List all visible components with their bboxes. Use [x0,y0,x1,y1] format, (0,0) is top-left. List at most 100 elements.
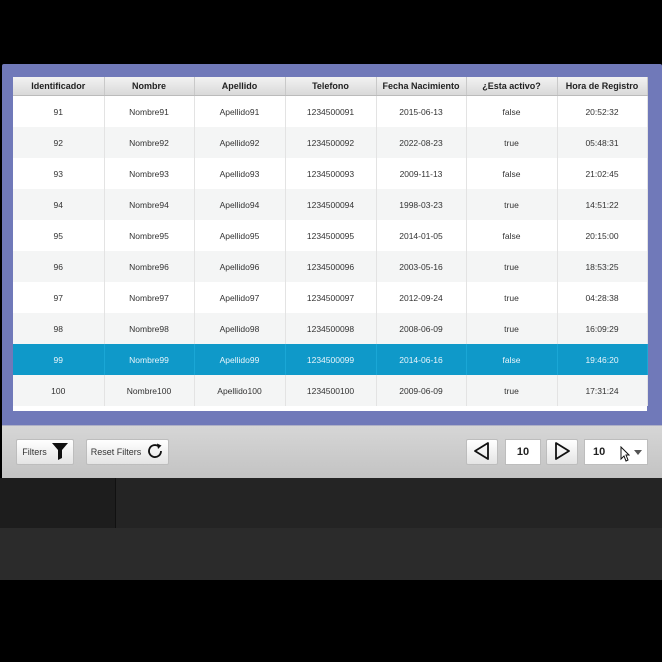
column-header-telefono[interactable]: Telefono [285,77,377,96]
column-header-fecha-nacimiento[interactable]: Fecha Nacimiento [376,77,467,96]
filters-button-label: Filters [22,447,47,457]
table-cell: Apellido94 [194,189,286,220]
background-panel [115,478,662,528]
next-page-button[interactable] [546,439,578,465]
table-cell: 99 [13,344,105,375]
table-cell: Nombre96 [104,251,195,282]
table-cell: Nombre91 [104,95,195,127]
table-cell: false [466,95,558,127]
mouse-pointer-icon [620,445,631,467]
table-cell: 1234500092 [285,127,377,158]
filters-button[interactable]: Filters [16,439,74,465]
table-cell: Nombre99 [104,344,195,375]
table-cell: false [466,220,558,251]
page-size-select[interactable]: 10 [584,439,648,465]
table-cell: 1234500095 [285,220,377,251]
table-row[interactable]: 94 Nombre94 Apellido94 1234500094 1998-0… [13,189,648,220]
table-cell: 2014-06-16 [376,344,467,375]
column-header-hora-registro[interactable]: Hora de Registro [557,77,648,96]
table-row[interactable]: 100 Nombre100 Apellido100 1234500100 200… [13,375,648,406]
table-cell: 2022-08-23 [376,127,467,158]
data-table: Identificador Nombre Apellido Telefono F… [13,77,648,406]
table-cell: 2008-06-09 [376,313,467,344]
table-row[interactable]: 95 Nombre95 Apellido95 1234500095 2014-0… [13,220,648,251]
table-cell: 100 [13,375,105,406]
reset-filters-button-label: Reset Filters [90,447,142,457]
column-header-identificador[interactable]: Identificador [13,77,105,96]
table-row[interactable]: 92 Nombre92 Apellido92 1234500092 2022-0… [13,127,648,158]
table-row[interactable]: 93 Nombre93 Apellido93 1234500093 2009-1… [13,158,648,189]
table-row[interactable]: 97 Nombre97 Apellido97 1234500097 2012-0… [13,282,648,313]
table-cell: 2014-01-05 [376,220,467,251]
table-row[interactable]: 96 Nombre96 Apellido96 1234500096 2003-0… [13,251,648,282]
column-header-esta-activo[interactable]: ¿Esta activo? [466,77,558,96]
table-cell: true [466,127,558,158]
table-cell: 2009-06-09 [376,375,467,406]
column-header-nombre[interactable]: Nombre [104,77,195,96]
table-cell: Apellido98 [194,313,286,344]
table-cell: 2015-06-13 [376,95,467,127]
table-cell: 2003-05-16 [376,251,467,282]
table-cell: Apellido99 [194,344,286,375]
table-cell: Nombre98 [104,313,195,344]
table-row-selected[interactable]: 99 Nombre99 Apellido99 1234500099 2014-0… [13,344,648,375]
triangle-right-icon [553,442,571,462]
table-cell: Apellido100 [194,375,286,406]
pagination-toolbar: Filters Reset Filters 10 [2,425,662,478]
table-cell: Apellido95 [194,220,286,251]
table-cell: 1234500093 [285,158,377,189]
table-cell: 19:46:20 [557,344,648,375]
table-cell: Nombre97 [104,282,195,313]
table-cell: Apellido97 [194,282,286,313]
page-number-input[interactable] [505,439,541,465]
table-cell: Apellido93 [194,158,286,189]
funnel-icon [51,442,68,462]
table-cell: Nombre100 [104,375,195,406]
table-cell: false [466,344,558,375]
table-cell: 21:02:45 [557,158,648,189]
table-cell: 94 [13,189,105,220]
chevron-down-icon [629,449,647,455]
table-cell: true [466,189,558,220]
table-cell: 92 [13,127,105,158]
table-cell: 1234500097 [285,282,377,313]
background-panel [0,528,662,580]
table-cell: 20:15:00 [557,220,648,251]
table-cell: 98 [13,313,105,344]
refresh-icon [146,442,164,462]
divider [115,478,116,528]
table-cell: 95 [13,220,105,251]
table-row[interactable]: 98 Nombre98 Apellido98 1234500098 2008-0… [13,313,648,344]
table-cell: 05:48:31 [557,127,648,158]
table-cell: 1234500099 [285,344,377,375]
table-cell: Nombre92 [104,127,195,158]
reset-filters-button[interactable]: Reset Filters [86,439,169,465]
table-cell: 16:09:29 [557,313,648,344]
table-cell: true [466,282,558,313]
table-cell: 97 [13,282,105,313]
table-cell: Apellido91 [194,95,286,127]
table-cell: true [466,313,558,344]
table-cell: true [466,375,558,406]
table-cell: 04:28:38 [557,282,648,313]
table-cell: Apellido96 [194,251,286,282]
table-header-row: Identificador Nombre Apellido Telefono F… [13,77,648,96]
table-cell: 17:31:24 [557,375,648,406]
table-cell: 1998-03-23 [376,189,467,220]
table-row[interactable]: 91 Nombre91 Apellido91 1234500091 2015-0… [13,95,648,127]
data-table-panel: Identificador Nombre Apellido Telefono F… [13,77,648,411]
table-cell: 14:51:22 [557,189,648,220]
table-cell: 20:52:32 [557,95,648,127]
previous-page-button[interactable] [466,439,498,465]
table-cell: 1234500091 [285,95,377,127]
table-cell: 1234500096 [285,251,377,282]
table-cell: 2012-09-24 [376,282,467,313]
triangle-left-icon [473,442,491,462]
table-cell: Nombre93 [104,158,195,189]
table-cell: Apellido92 [194,127,286,158]
table-cell: 96 [13,251,105,282]
table-cell: true [466,251,558,282]
column-header-apellido[interactable]: Apellido [194,77,286,96]
table-cell: 2009-11-13 [376,158,467,189]
table-cell: 1234500094 [285,189,377,220]
